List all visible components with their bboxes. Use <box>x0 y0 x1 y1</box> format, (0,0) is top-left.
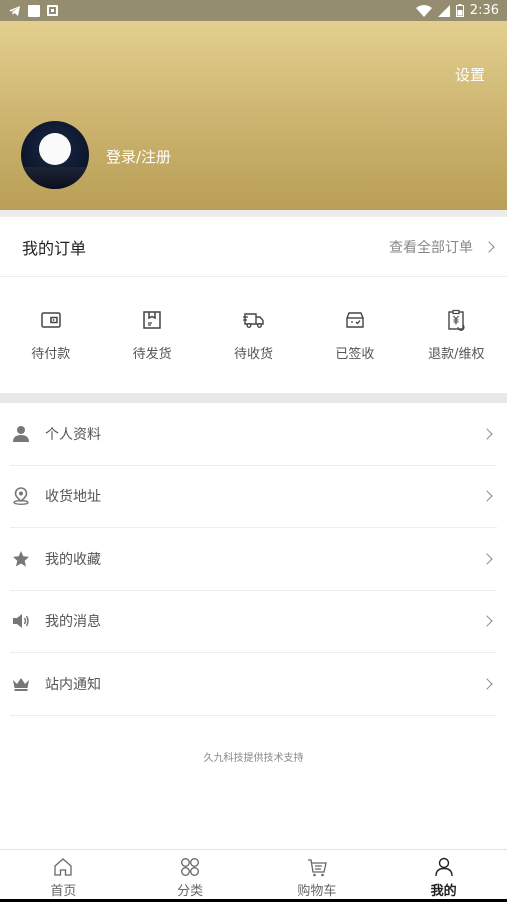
order-status-signed[interactable]: 已签收 <box>304 277 405 392</box>
section-divider <box>0 393 507 403</box>
menu-item-label: 我的消息 <box>45 614 101 631</box>
chevron-right-icon <box>481 615 493 627</box>
image-notification-icon <box>47 5 58 16</box>
order-status-refund[interactable]: 退款/维权 <box>406 277 507 392</box>
avatar[interactable] <box>21 121 89 189</box>
crown-icon <box>13 677 29 691</box>
tab-category[interactable]: 分类 <box>127 850 254 902</box>
category-icon <box>181 858 200 876</box>
chevron-right-icon <box>481 428 493 440</box>
menu-item-messages[interactable]: 我的消息 <box>10 591 497 653</box>
refund-clipboard-icon <box>448 309 465 331</box>
account-menu: 个人资料 收货地址 我的收藏 我的消息 站内通知 久九科技提供技术支持 <box>0 403 507 849</box>
chevron-right-icon <box>481 490 493 502</box>
signed-box-icon <box>346 312 364 328</box>
speaker-icon <box>13 614 29 629</box>
chevron-right-icon <box>481 678 493 690</box>
menu-item-label: 收货地址 <box>45 489 101 506</box>
tab-cart[interactable]: 购物车 <box>254 850 381 902</box>
menu-item-label: 站内通知 <box>45 676 101 693</box>
tab-label: 购物车 <box>297 884 337 899</box>
battery-icon <box>455 4 464 17</box>
orders-title: 我的订单 <box>22 238 87 258</box>
home-icon <box>54 858 73 876</box>
order-status-label: 待发货 <box>132 347 172 362</box>
order-status-label: 待收货 <box>234 347 274 362</box>
wifi-icon <box>415 4 432 17</box>
menu-item-address[interactable]: 收货地址 <box>10 466 497 528</box>
tech-support-note: 久九科技提供技术支持 <box>203 753 304 764</box>
tab-home[interactable]: 首页 <box>0 850 127 902</box>
location-pin-icon <box>13 487 29 506</box>
menu-item-favorites[interactable]: 我的收藏 <box>10 528 497 591</box>
star-icon <box>13 550 29 567</box>
order-status-pending-receipt[interactable]: 待收货 <box>203 277 304 392</box>
notification-square-icon <box>28 4 40 17</box>
truck-icon <box>242 313 264 328</box>
menu-item-label: 我的收藏 <box>45 551 101 568</box>
wallet-icon <box>40 312 61 328</box>
chevron-right-icon <box>481 553 493 565</box>
orders-card: 我的订单 查看全部订单 待付款 待发货 待收货 已签收 退款/维权 <box>0 217 507 393</box>
bottom-tab-bar: 首页 分类 购物车 我的 <box>0 849 507 902</box>
tab-label: 我的 <box>430 884 457 899</box>
order-status-label: 退款/维权 <box>428 347 485 362</box>
person-icon <box>13 425 29 442</box>
menu-item-profile[interactable]: 个人资料 <box>10 403 497 466</box>
tab-mine[interactable]: 我的 <box>380 850 507 902</box>
order-status-pending-payment[interactable]: 待付款 <box>0 277 101 392</box>
view-all-orders-label: 查看全部订单 <box>389 239 473 256</box>
chevron-right-icon <box>483 240 495 253</box>
user-icon <box>434 857 453 877</box>
status-time: 2:36 <box>469 3 499 18</box>
telegram-icon <box>9 5 20 16</box>
order-status-label: 已签收 <box>335 347 375 362</box>
profile-header: 设置 登录/注册 <box>0 21 507 210</box>
order-status-label: 待付款 <box>31 347 71 362</box>
menu-item-notifications[interactable]: 站内通知 <box>10 653 497 716</box>
avatar-moon <box>39 133 71 165</box>
menu-item-label: 个人资料 <box>45 426 101 443</box>
status-bar: 2:36 <box>0 0 507 21</box>
avatar-town <box>21 167 89 189</box>
login-register-link[interactable]: 登录/注册 <box>106 146 171 167</box>
order-status-pending-shipment[interactable]: 待发货 <box>101 277 202 392</box>
view-all-orders-link[interactable]: 查看全部订单 <box>389 237 495 257</box>
tab-label: 分类 <box>177 884 204 899</box>
orders-header: 我的订单 查看全部订单 <box>0 217 507 277</box>
package-icon <box>143 311 161 329</box>
section-divider <box>0 210 507 217</box>
cart-icon <box>307 859 327 877</box>
settings-button[interactable]: 设置 <box>455 64 485 85</box>
signal-icon <box>437 4 450 17</box>
tab-label: 首页 <box>50 884 77 899</box>
order-status-row: 待付款 待发货 待收货 已签收 退款/维权 <box>0 277 507 392</box>
